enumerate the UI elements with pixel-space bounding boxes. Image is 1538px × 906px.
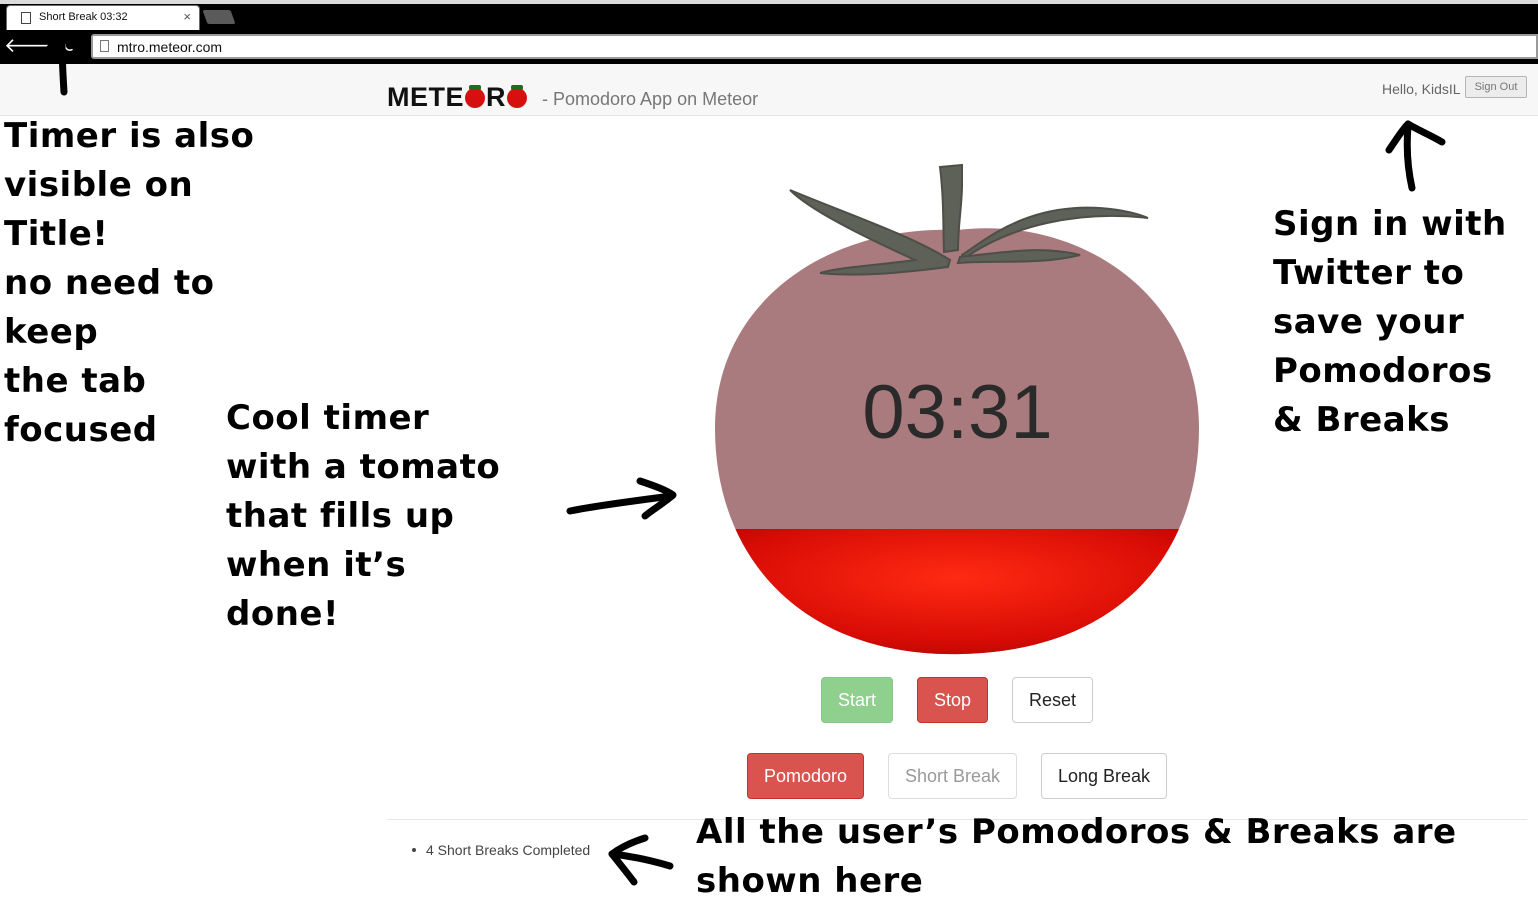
reload-icon[interactable]: ↻ [62,36,77,56]
tomato-fill-level [714,529,1200,655]
timer-display: 03:31 [862,370,1053,455]
start-button[interactable]: Start [821,677,893,723]
annotation-line: All the user’s Pomodoros & Breaks are [696,812,1457,852]
page-icon [100,40,109,52]
new-tab-button[interactable] [202,10,236,24]
tagline: - Pomodoro App on Meteor [542,89,759,109]
brand-text-mid: R [486,82,507,112]
long-break-mode-button[interactable]: Long Break [1041,753,1167,799]
annotation-line: Twitter to [1273,253,1465,293]
annotation-timer-note: Cool timer with a tomato that fills up w… [226,394,526,639]
annotation-line: Cool timer [226,398,430,438]
arrow-up-to-signin-icon [1385,120,1446,192]
annotation-line: Sign in with [1273,204,1507,244]
annotation-line: when it’s done! [226,545,407,634]
pomodoro-mode-button[interactable]: Pomodoro [747,753,864,799]
url-text[interactable]: mtro.meteor.com [117,39,222,55]
brand-logo[interactable]: METE R [387,82,528,112]
arrow-right-to-tomato-icon [566,477,677,520]
history-list: 4 Short Breaks Completed [412,842,590,858]
annotation-line: no need to keep [4,263,215,352]
history-item-text: 4 Short Breaks Completed [426,842,591,858]
tomato-icon [465,85,486,108]
tab-title: Short Break 03:32 [39,11,128,23]
window-top-edge [0,0,1538,4]
annotation-line: visible on Title! [4,165,194,254]
annotation-history-note: All the user’s Pomodoros & Breaks are sh… [696,808,1526,906]
close-tab-icon[interactable]: × [183,10,191,23]
bullet [412,848,416,852]
user-greeting: Hello, KidsIL [1382,81,1461,97]
back-arrow-icon[interactable]: 🡐 [4,36,58,56]
short-break-mode-button[interactable]: Short Break [888,753,1017,799]
annotation-line: Timer is also [4,116,255,156]
stop-button[interactable]: Stop [917,677,988,723]
annotation-line: Pomodoros [1273,351,1493,391]
page-icon [21,12,31,24]
arrow-left-to-history-icon [608,834,674,886]
reset-button[interactable]: Reset [1012,677,1093,723]
annotation-signin-note: Sign in with Twitter to save your Pomodo… [1273,200,1523,445]
annotation-line: & Breaks [1273,400,1451,440]
app-header [0,64,1538,116]
brand-text-prefix: METE [387,82,465,112]
annotation-line: that fills up [226,496,455,536]
list-item: 4 Short Breaks Completed [412,842,590,858]
sign-out-button[interactable]: Sign Out [1465,76,1527,98]
address-bar[interactable]: mtro.meteor.com [91,34,1538,59]
annotation-line: with a tomato [226,447,501,487]
browser-tab[interactable]: Short Break 03:32 × [6,5,200,30]
annotation-line: save your [1273,302,1465,342]
annotation-line: shown here [696,861,924,901]
tomato-icon [507,85,528,108]
